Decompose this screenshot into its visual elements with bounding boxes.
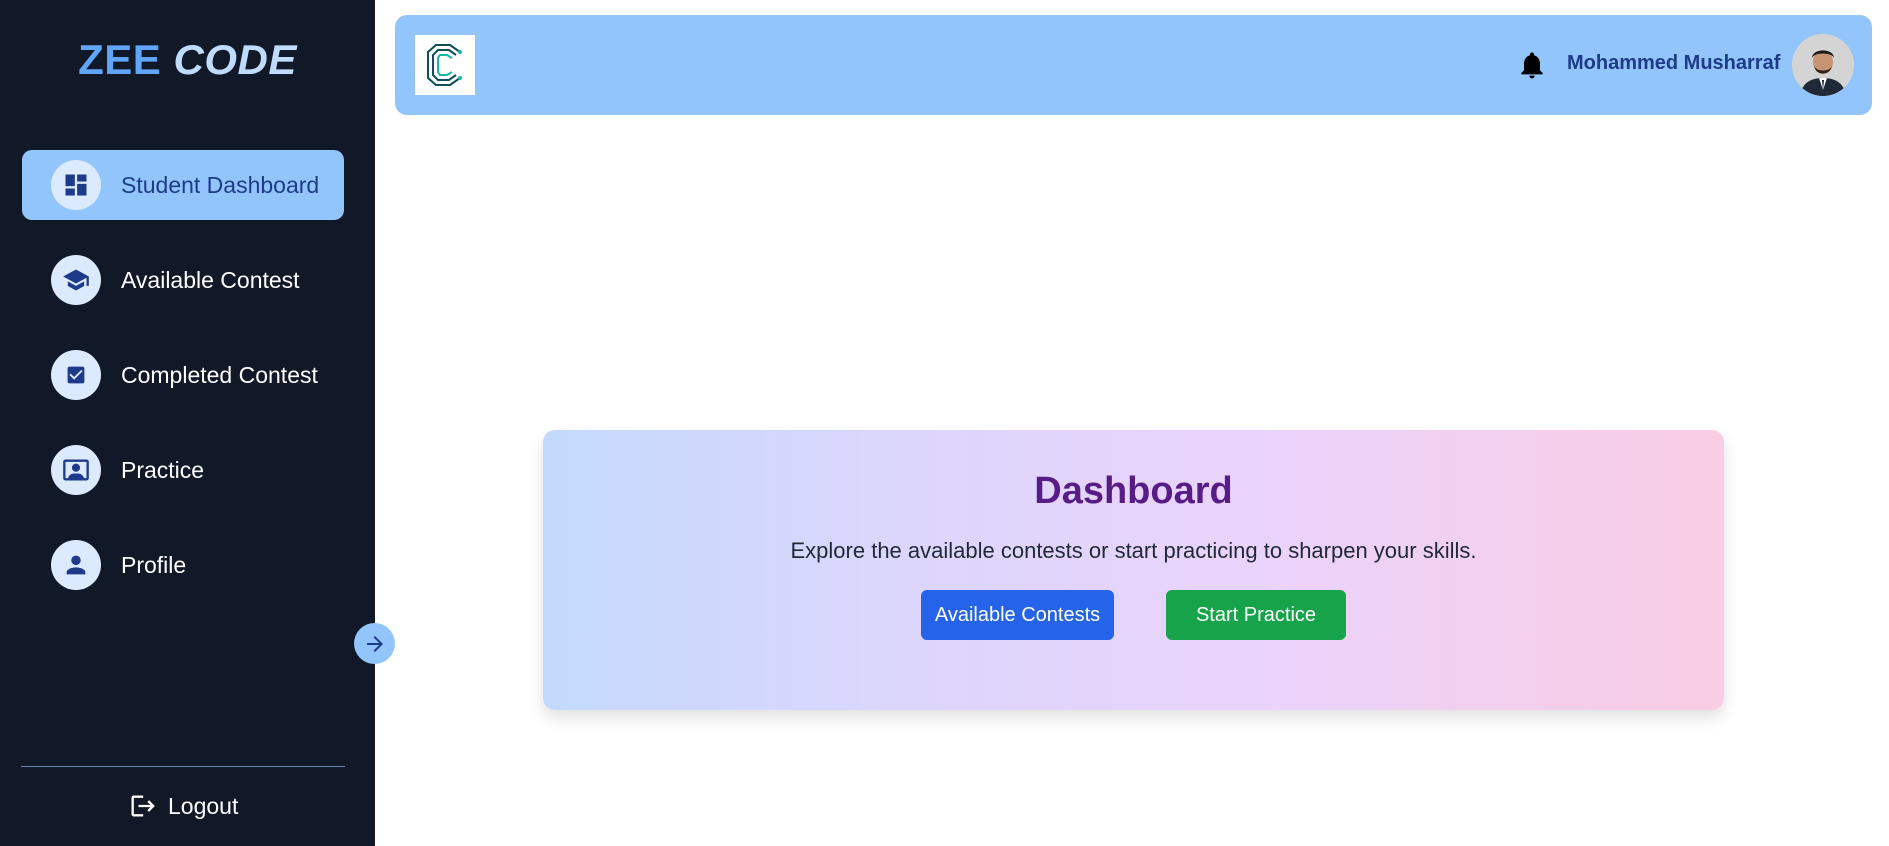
sidebar-item-label: Available Contest <box>121 267 300 293</box>
brand-logo[interactable]: ZEE CODE <box>0 36 375 84</box>
sidebar: ZEE CODE Student Dashboard Available Con… <box>0 0 375 846</box>
sidebar-item-available-contest[interactable]: Available Contest <box>22 245 344 315</box>
graduation-cap-icon <box>51 255 101 305</box>
dashboard-icon <box>51 160 101 210</box>
code-logo[interactable] <box>415 35 475 95</box>
sidebar-item-label: Profile <box>121 552 187 578</box>
arrow-right-icon <box>366 635 383 652</box>
presentation-icon <box>51 445 101 495</box>
sidebar-item-profile[interactable]: Profile <box>22 530 344 600</box>
start-practice-button[interactable]: Start Practice <box>1166 590 1346 640</box>
sidebar-item-label: Practice <box>121 457 205 483</box>
available-contests-button[interactable]: Available Contests <box>921 590 1114 640</box>
sidebar-item-completed-contest[interactable]: Completed Contest <box>22 340 344 410</box>
sidebar-toggle-button[interactable] <box>354 623 395 664</box>
brand-text-zee: ZEE <box>78 36 162 83</box>
dashboard-description: Explore the available contests or start … <box>790 538 1477 563</box>
sidebar-item-label: Student Dashboard <box>121 172 320 198</box>
page-title: Dashboard <box>1034 470 1233 512</box>
logout-button[interactable]: Logout <box>128 788 238 824</box>
sidebar-item-label: Completed Contest <box>121 362 318 388</box>
logout-label: Logout <box>168 792 239 819</box>
checkbox-icon <box>51 350 101 400</box>
brand-text-code: CODE <box>173 36 297 83</box>
bell-icon[interactable] <box>1516 48 1548 82</box>
top-header: Mohammed Musharraf <box>395 15 1872 115</box>
sidebar-item-student-dashboard[interactable]: Student Dashboard <box>22 150 344 220</box>
avatar[interactable] <box>1792 34 1854 96</box>
user-icon <box>51 540 101 590</box>
sidebar-item-practice[interactable]: Practice <box>22 435 344 505</box>
sidebar-divider <box>21 766 345 767</box>
logout-icon <box>131 795 155 817</box>
dashboard-card: Dashboard Explore the available contests… <box>543 430 1724 710</box>
user-name[interactable]: Mohammed Musharraf <box>1567 52 1780 75</box>
code-logo-icon <box>427 44 462 86</box>
